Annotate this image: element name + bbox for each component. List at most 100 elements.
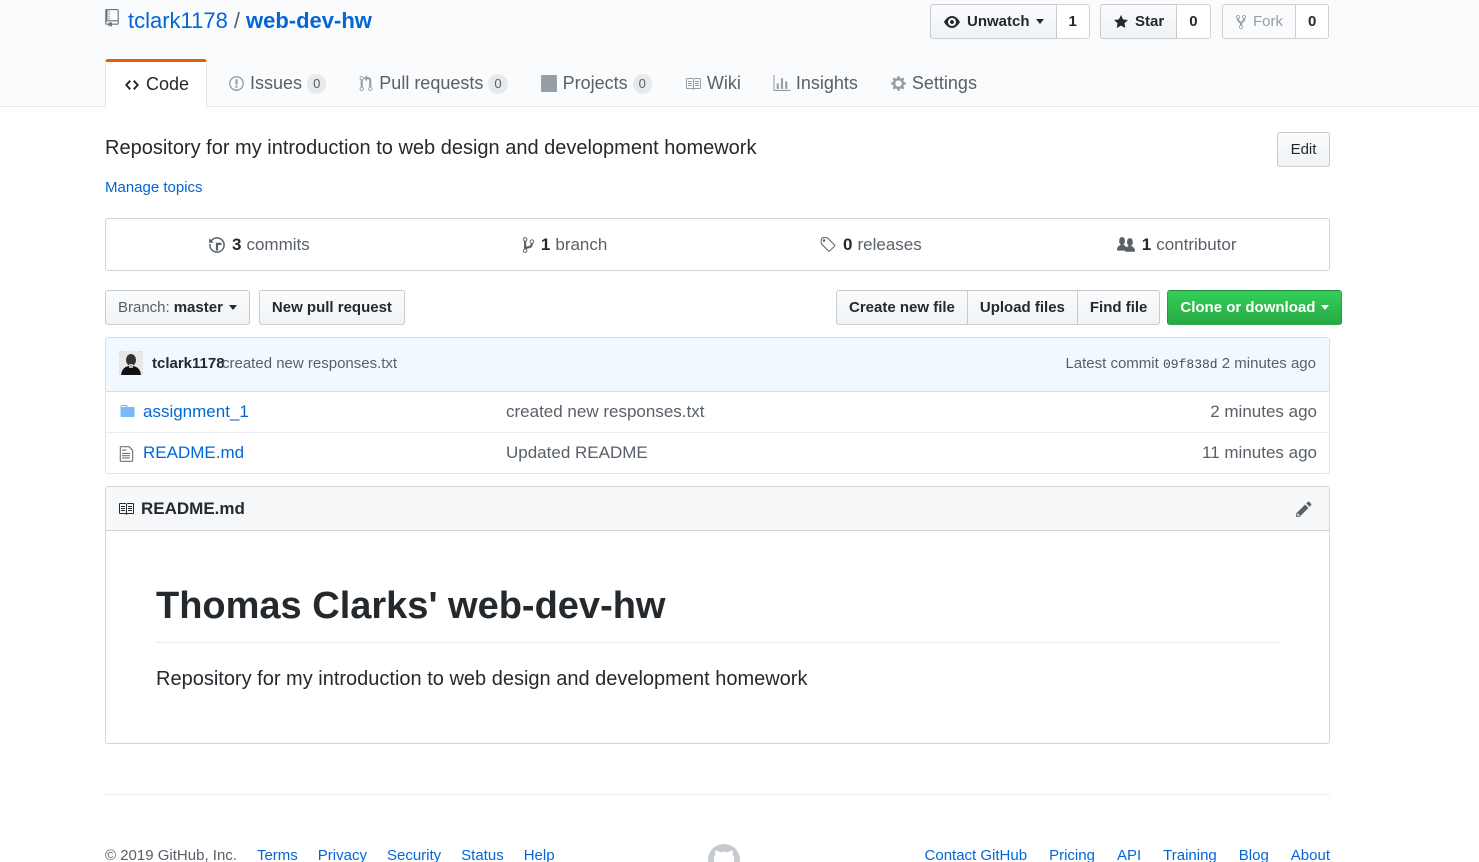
file-commit-message[interactable]: created new responses.txt <box>506 402 704 422</box>
watchers-count[interactable]: 1 <box>1056 4 1090 39</box>
commits-summary[interactable]: 3 commits <box>106 219 412 270</box>
tab-settings-label: Settings <box>911 73 977 93</box>
footer-link-privacy[interactable]: Privacy <box>318 847 367 862</box>
footer-link-pricing[interactable]: Pricing <box>1049 847 1095 862</box>
tab-projects-label: Projects <box>562 73 628 93</box>
commit-sha-link[interactable]: 09f838d <box>1163 357 1218 372</box>
book-icon <box>119 502 134 515</box>
repo-name-link[interactable]: web-dev-hw <box>246 8 372 34</box>
watch-group: Unwatch 1 <box>930 4 1090 39</box>
footer-link-status[interactable]: Status <box>461 847 504 862</box>
tab-projects[interactable]: Projects 0 <box>527 59 665 107</box>
branches-label: branch <box>555 234 608 254</box>
file-list: assignment_1 created new responses.txt 2… <box>105 391 1330 474</box>
divider <box>156 642 1280 643</box>
github-logo-icon[interactable] <box>708 844 740 862</box>
history-icon <box>209 236 225 253</box>
gear-icon <box>890 76 906 91</box>
file-age: 11 minutes ago <box>1202 443 1317 462</box>
unwatch-label: Unwatch <box>967 13 1030 30</box>
projects-counter: 0 <box>632 73 652 94</box>
readme-filename: README.md <box>141 498 245 518</box>
file-button-group: Create new file Upload files Find file <box>836 290 1161 325</box>
numbers-summary: 3 commits 1 branch 0 releases 1 contribu… <box>105 218 1330 271</box>
fork-icon <box>1236 14 1246 29</box>
latest-commit-prefix: Latest commit <box>1065 355 1159 372</box>
repo-title: tclark1178 / web-dev-hw <box>105 6 372 36</box>
forks-count[interactable]: 0 <box>1296 4 1330 39</box>
footer-link-training[interactable]: Training <box>1163 847 1217 862</box>
readme-header: README.md <box>106 487 1329 531</box>
clone-download-label: Clone or download <box>1180 299 1316 316</box>
eye-icon <box>944 15 960 28</box>
file-name-link[interactable]: assignment_1 <box>143 402 249 422</box>
stargazers-count[interactable]: 0 <box>1177 4 1211 39</box>
tab-issues[interactable]: Issues 0 <box>215 59 339 107</box>
manage-topics-link[interactable]: Manage topics <box>105 179 203 196</box>
tab-pull-requests[interactable]: Pull requests 0 <box>345 59 520 107</box>
create-new-file-button[interactable]: Create new file <box>836 290 968 325</box>
file-commit-message[interactable]: Updated README <box>506 443 648 463</box>
latest-commit-bar: tclark1178 created new responses.txt Lat… <box>105 337 1330 392</box>
edit-description-button[interactable]: Edit <box>1277 132 1330 167</box>
divider <box>105 794 1330 795</box>
fork-button[interactable]: Fork <box>1222 4 1296 39</box>
branches-summary[interactable]: 1 branch <box>412 219 718 270</box>
footer-link-blog[interactable]: Blog <box>1239 847 1269 862</box>
tab-insights[interactable]: Insights <box>760 59 871 107</box>
branch-name: master <box>173 299 223 316</box>
fork-label: Fork <box>1253 13 1283 30</box>
footer-right: Contact GitHub Pricing API Training Blog… <box>903 847 1330 862</box>
tab-issues-label: Issues <box>250 73 303 93</box>
avatar[interactable] <box>119 351 143 375</box>
clone-download-button[interactable]: Clone or download <box>1167 290 1343 325</box>
repo-owner-link[interactable]: tclark1178 <box>128 8 228 34</box>
file-icon <box>119 446 134 462</box>
commit-age: 2 minutes ago <box>1221 355 1316 372</box>
tab-code[interactable]: Code <box>105 59 208 107</box>
graph-icon <box>773 75 791 91</box>
footer-link-security[interactable]: Security <box>387 847 441 862</box>
contributors-summary[interactable]: 1 contributor <box>1023 219 1329 270</box>
tab-settings[interactable]: Settings <box>877 59 990 107</box>
commit-message[interactable]: created new responses.txt <box>222 355 397 372</box>
unwatch-button[interactable]: Unwatch <box>930 4 1057 39</box>
footer-link-terms[interactable]: Terms <box>257 847 298 862</box>
footer-left: © 2019 GitHub, Inc. Terms Privacy Securi… <box>105 847 575 862</box>
repo-nav: Code Issues 0 Pull requests 0 Projects 0… <box>105 59 996 107</box>
pull-request-icon <box>359 75 373 91</box>
footer-link-about[interactable]: About <box>1291 847 1330 862</box>
repo-separator: / <box>233 8 240 33</box>
star-button[interactable]: Star <box>1100 4 1178 39</box>
footer-link-contact[interactable]: Contact GitHub <box>925 847 1028 862</box>
tab-wiki[interactable]: Wiki <box>671 59 754 107</box>
contributors-label: contributor <box>1156 234 1237 254</box>
file-name-link[interactable]: README.md <box>143 443 244 463</box>
commit-author-link[interactable]: tclark1178 <box>152 355 225 372</box>
pencil-icon[interactable] <box>1295 500 1313 518</box>
contributors-count: 1 <box>1141 234 1152 254</box>
branch-select-button[interactable]: Branch: master <box>105 290 250 325</box>
pull-requests-counter: 0 <box>488 73 508 94</box>
footer-link-help[interactable]: Help <box>524 847 555 862</box>
file-age: 2 minutes ago <box>1210 401 1317 421</box>
readme-box: README.md Thomas Clarks' web-dev-hw Repo… <box>105 486 1330 744</box>
issues-counter: 0 <box>307 73 327 94</box>
book-icon <box>685 77 701 90</box>
list-item: README.md Updated README 11 minutes ago <box>106 432 1329 473</box>
repo-icon <box>105 9 119 27</box>
latest-commit-info: Latest commit 09f838d 2 minutes ago <box>1065 355 1316 372</box>
releases-count: 0 <box>843 234 853 254</box>
releases-summary[interactable]: 0 releases <box>718 219 1024 270</box>
commits-count: 3 <box>232 234 242 254</box>
chevron-down-icon <box>1035 19 1044 24</box>
footer-link-api[interactable]: API <box>1117 847 1141 862</box>
find-file-button[interactable]: Find file <box>1076 290 1161 325</box>
fork-group: Fork 0 <box>1222 4 1330 39</box>
new-pull-request-button[interactable]: New pull request <box>258 290 405 325</box>
issue-icon <box>229 76 244 91</box>
star-icon <box>1114 14 1128 28</box>
branch-icon <box>522 236 535 253</box>
readme-heading: Thomas Clarks' web-dev-hw <box>156 585 666 627</box>
upload-files-button[interactable]: Upload files <box>966 290 1078 325</box>
